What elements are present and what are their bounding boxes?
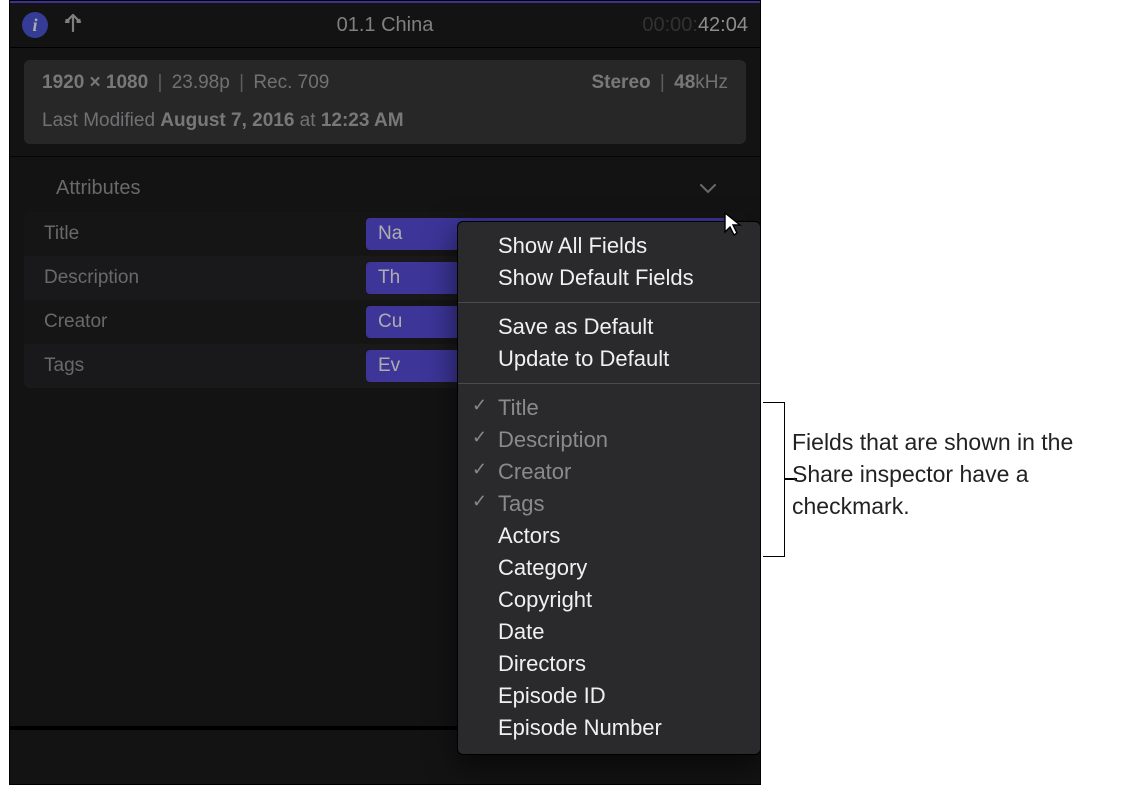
menu-field-description[interactable]: Description xyxy=(458,424,760,456)
menu-field-category[interactable]: Category xyxy=(458,552,760,584)
menu-save-as-default[interactable]: Save as Default xyxy=(458,311,760,343)
attributes-section-header[interactable]: Attributes xyxy=(10,157,760,212)
timecode-display: 00:00:42:04 xyxy=(642,14,748,37)
menu-update-to-default[interactable]: Update to Default xyxy=(458,343,760,375)
media-format-row: 1920 × 1080 | 23.98p | Rec. 709 Stereo |… xyxy=(24,64,746,102)
menu-show-all-fields[interactable]: Show All Fields xyxy=(458,230,760,262)
menu-field-episode-number[interactable]: Episode Number xyxy=(458,712,760,744)
share-icon[interactable] xyxy=(62,12,84,38)
attr-label: Title xyxy=(36,223,366,245)
callout-text: Fields that are shown in the Share inspe… xyxy=(792,426,1102,523)
inspector-toolbar: i 01.1 China 00:00:42:04 xyxy=(10,3,760,48)
menu-field-title[interactable]: Title xyxy=(458,392,760,424)
menu-field-directors[interactable]: Directors xyxy=(458,648,760,680)
attr-label: Creator xyxy=(36,311,366,333)
last-modified-row: Last Modified August 7, 2016 at 12:23 AM xyxy=(24,102,746,140)
menu-field-creator[interactable]: Creator xyxy=(458,456,760,488)
menu-field-tags[interactable]: Tags xyxy=(458,488,760,520)
attributes-popup-menu: Show All Fields Show Default Fields Save… xyxy=(457,221,761,755)
chevron-down-icon[interactable] xyxy=(700,177,716,200)
attr-label: Description xyxy=(36,267,366,289)
menu-field-actors[interactable]: Actors xyxy=(458,520,760,552)
media-metadata-box: 1920 × 1080 | 23.98p | Rec. 709 Stereo |… xyxy=(24,60,746,144)
info-icon[interactable]: i xyxy=(22,12,48,38)
attr-label: Tags xyxy=(36,355,366,377)
menu-field-episode-id[interactable]: Episode ID xyxy=(458,680,760,712)
inspector-panel: i 01.1 China 00:00:42:04 1920 × 1080 | 2… xyxy=(9,0,761,785)
menu-field-copyright[interactable]: Copyright xyxy=(458,584,760,616)
callout-bracket xyxy=(763,402,785,557)
cursor-icon xyxy=(722,211,748,237)
attributes-label: Attributes xyxy=(56,177,140,200)
menu-show-default-fields[interactable]: Show Default Fields xyxy=(458,262,760,294)
menu-field-date[interactable]: Date xyxy=(458,616,760,648)
